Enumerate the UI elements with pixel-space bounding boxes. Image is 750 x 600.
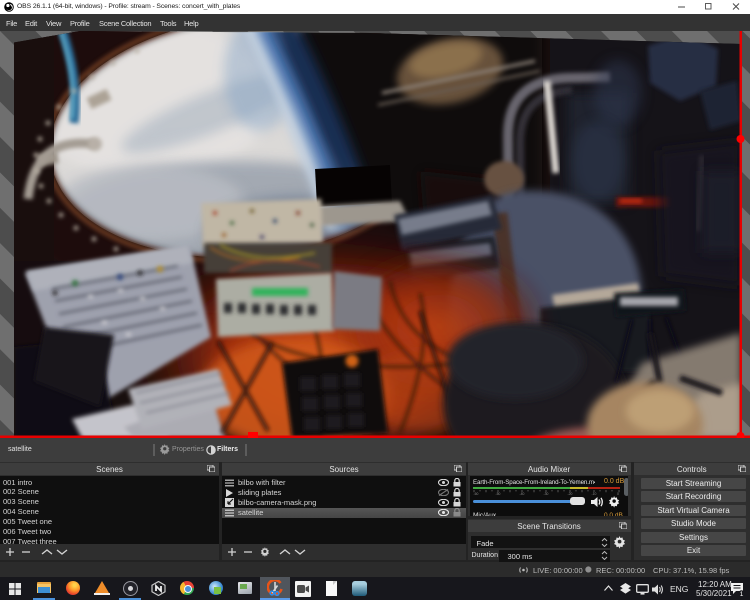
svg-text:-30: -30 xyxy=(544,492,549,495)
svg-text:-40: -40 xyxy=(520,492,525,495)
svg-text:-10: -10 xyxy=(592,492,597,495)
svg-text:-20: -20 xyxy=(568,492,573,495)
svg-text:-60: -60 xyxy=(474,492,479,495)
svg-text:-50: -50 xyxy=(496,492,501,495)
svg-text:1: 1 xyxy=(740,590,744,596)
svg-text:0: 0 xyxy=(617,492,619,495)
